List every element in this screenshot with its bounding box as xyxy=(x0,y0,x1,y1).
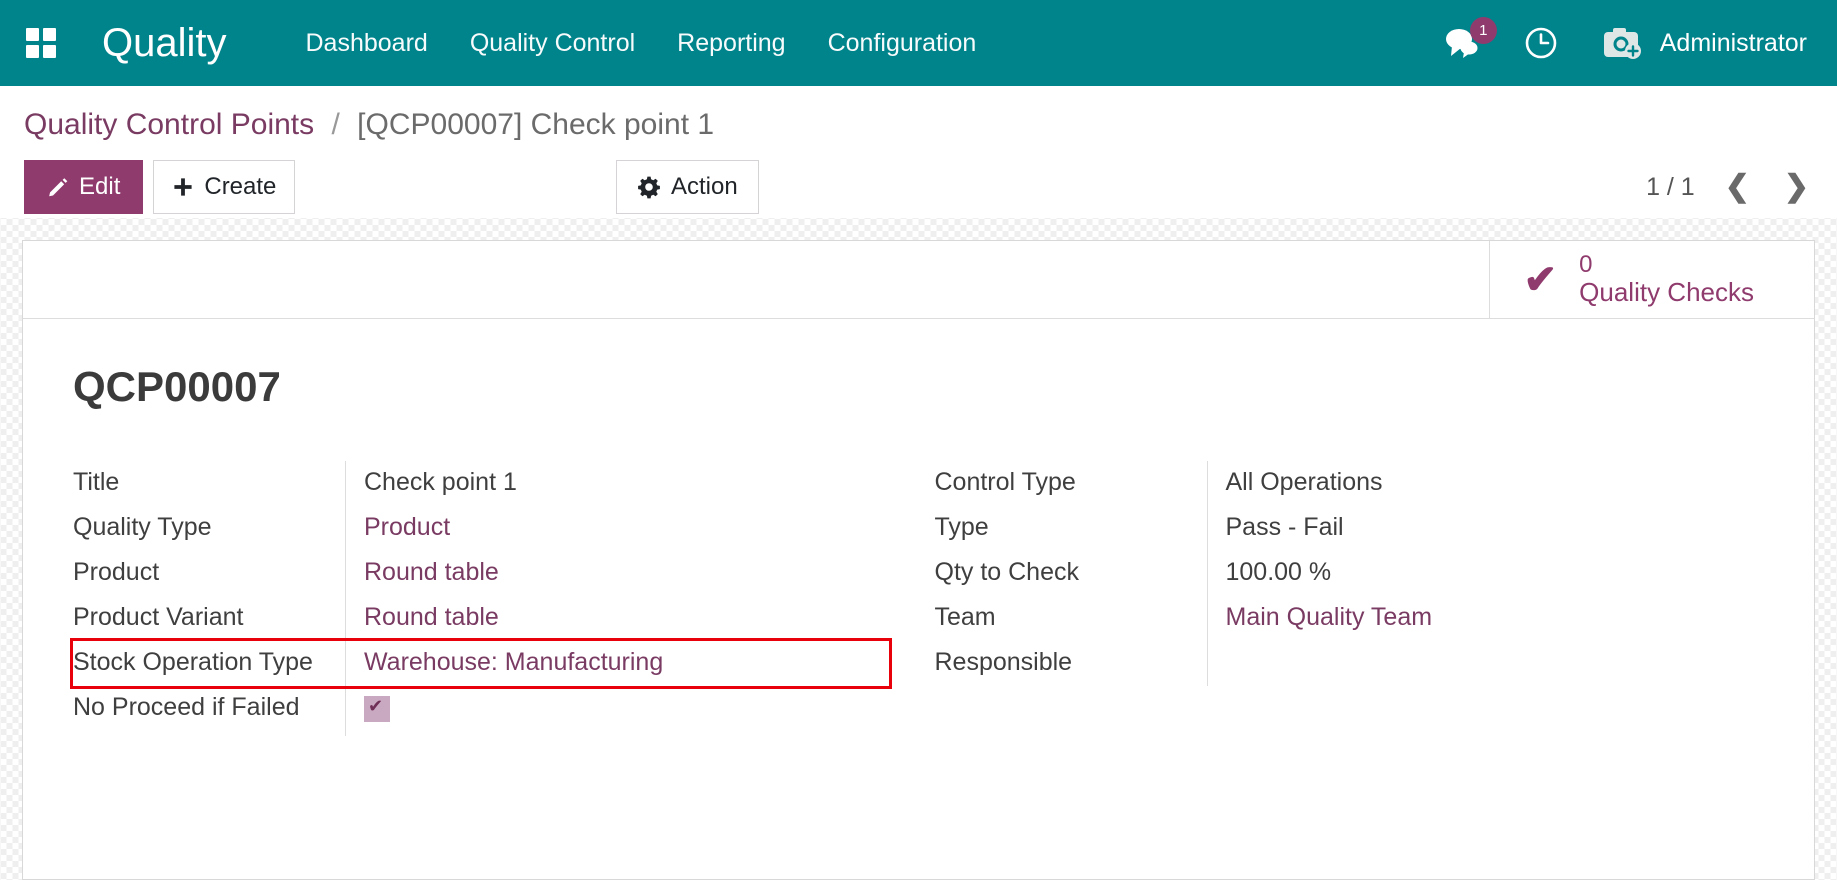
breadcrumb-current-record: [QCP00007] Check point 1 xyxy=(357,108,714,141)
field-value-team[interactable]: Main Quality Team xyxy=(1207,596,1735,641)
field-value-product[interactable]: Round table xyxy=(345,551,889,596)
action-button-label: Action xyxy=(671,173,738,201)
gear-icon xyxy=(637,175,661,199)
field-row-type: Type Pass - Fail xyxy=(935,506,1735,551)
apps-grid-icon xyxy=(26,28,56,58)
checkbox-no-proceed-if-failed[interactable] xyxy=(364,696,390,722)
create-button-label: Create xyxy=(204,173,276,201)
pager-counter: 1 / 1 xyxy=(1646,173,1695,202)
edit-button[interactable]: Edit xyxy=(24,160,143,214)
field-row-team: Team Main Quality Team xyxy=(935,596,1735,641)
field-value-responsible[interactable] xyxy=(1207,641,1735,686)
field-value-no-proceed-if-failed xyxy=(345,686,889,736)
check-icon: ✔ xyxy=(1524,260,1558,300)
field-value-title[interactable]: Check point 1 xyxy=(345,461,889,506)
field-value-qty-to-check[interactable]: 100.00 % xyxy=(1207,551,1735,596)
form-groups: Title Check point 1 Quality Type Product… xyxy=(73,461,1764,736)
pencil-icon xyxy=(47,176,69,198)
user-name-label: Administrator xyxy=(1660,29,1807,58)
navbar-right-tools: 1 Administrator xyxy=(1422,0,1811,86)
field-row-stock-operation-type: Stock Operation Type Warehouse: Manufact… xyxy=(73,641,889,686)
menu-item-reporting[interactable]: Reporting xyxy=(656,0,806,86)
field-row-title: Title Check point 1 xyxy=(73,461,889,506)
stat-button-quality-checks[interactable]: ✔ 0 Quality Checks xyxy=(1489,241,1814,318)
field-row-no-proceed-if-failed: No Proceed if Failed xyxy=(73,686,889,736)
field-row-responsible: Responsible xyxy=(935,641,1735,686)
menu-item-dashboard[interactable]: Dashboard xyxy=(285,0,449,86)
field-label-type: Type xyxy=(935,506,1207,549)
edit-button-label: Edit xyxy=(79,173,120,201)
breadcrumb-root-link[interactable]: Quality Control Points xyxy=(24,108,314,141)
create-button[interactable]: Create xyxy=(153,160,295,214)
field-label-qty-to-check: Qty to Check xyxy=(935,551,1207,594)
field-value-stock-operation-type[interactable]: Warehouse: Manufacturing xyxy=(345,641,889,686)
field-label-responsible: Responsible xyxy=(935,641,1207,684)
field-label-product: Product xyxy=(73,551,345,594)
menu-item-quality-control[interactable]: Quality Control xyxy=(449,0,656,86)
record-pager: 1 / 1 ❮ ❯ xyxy=(1646,172,1813,202)
field-value-quality-type[interactable]: Product xyxy=(345,506,889,551)
stat-label-quality-checks: Quality Checks xyxy=(1579,278,1754,307)
field-label-quality-type: Quality Type xyxy=(73,506,345,549)
user-menu-button[interactable]: Administrator xyxy=(1580,0,1811,86)
menu-item-configuration[interactable]: Configuration xyxy=(807,0,998,86)
field-value-product-variant[interactable]: Round table xyxy=(345,596,889,641)
form-sheet: ✔ 0 Quality Checks QCP00007 Title Check … xyxy=(22,240,1815,880)
field-label-title: Title xyxy=(73,461,345,504)
stat-value-quality-checks: 0 xyxy=(1579,252,1754,279)
chevron-right-icon[interactable]: ❯ xyxy=(1780,172,1813,202)
field-label-stock-operation-type: Stock Operation Type xyxy=(73,641,345,684)
action-button[interactable]: Action xyxy=(616,160,759,214)
control-panel-buttons: Edit Create Action 1 / 1 ❮ ❯ xyxy=(0,142,1837,218)
field-value-control-type[interactable]: All Operations xyxy=(1207,461,1735,506)
main-menu: Dashboard Quality Control Reporting Conf… xyxy=(285,0,998,86)
form-group-right: Control Type All Operations Type Pass - … xyxy=(919,461,1765,736)
activity-menu-button[interactable] xyxy=(1502,0,1580,86)
sheet-body: QCP00007 Title Check point 1 Quality Typ… xyxy=(23,319,1814,736)
field-row-qty-to-check: Qty to Check 100.00 % xyxy=(935,551,1735,596)
plus-icon xyxy=(172,176,194,198)
stat-button-box: ✔ 0 Quality Checks xyxy=(23,241,1814,319)
field-label-no-proceed-if-failed: No Proceed if Failed xyxy=(73,686,345,729)
messages-menu-button[interactable]: 1 xyxy=(1422,0,1502,86)
app-brand-title[interactable]: Quality xyxy=(102,21,227,66)
field-value-type[interactable]: Pass - Fail xyxy=(1207,506,1735,551)
messages-badge: 1 xyxy=(1470,17,1497,44)
field-label-product-variant: Product Variant xyxy=(73,596,345,639)
form-group-left: Title Check point 1 Quality Type Product… xyxy=(73,461,919,736)
apps-menu-toggle[interactable] xyxy=(18,20,64,66)
breadcrumb: Quality Control Points / [QCP00007] Chec… xyxy=(0,86,1837,142)
field-row-product-variant: Product Variant Round table xyxy=(73,596,889,641)
field-row-product: Product Round table xyxy=(73,551,889,596)
chevron-left-icon[interactable]: ❮ xyxy=(1721,172,1754,202)
sheet-background: ✔ 0 Quality Checks QCP00007 Title Check … xyxy=(0,218,1837,880)
clock-icon xyxy=(1524,26,1558,60)
camera-add-avatar-icon xyxy=(1602,25,1646,61)
top-navbar: Quality Dashboard Quality Control Report… xyxy=(0,0,1837,86)
record-title: QCP00007 xyxy=(73,363,1764,411)
field-row-control-type: Control Type All Operations xyxy=(935,461,1735,506)
field-row-quality-type: Quality Type Product xyxy=(73,506,889,551)
form-view: ✔ 0 Quality Checks QCP00007 Title Check … xyxy=(0,218,1837,880)
field-label-team: Team xyxy=(935,596,1207,639)
breadcrumb-separator: / xyxy=(331,108,339,141)
field-label-control-type: Control Type xyxy=(935,461,1207,504)
